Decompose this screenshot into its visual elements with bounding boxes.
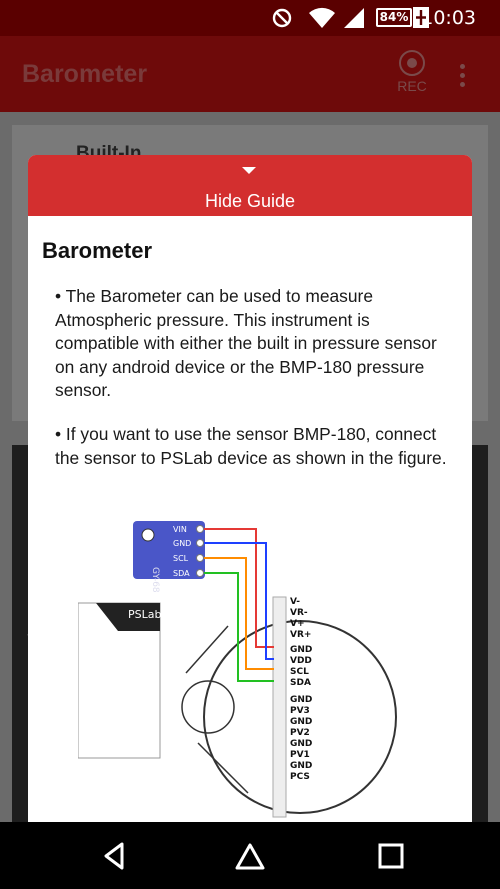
header-pin-label: SCL	[290, 667, 309, 677]
sensor-pin-label: SCL	[173, 554, 189, 563]
status-bar: 84% 10:03	[0, 0, 500, 36]
battery-icon: 84%	[376, 8, 412, 27]
guide-paragraph: • The Barometer can be used to measure A…	[55, 286, 437, 400]
recents-icon[interactable]	[375, 840, 407, 872]
hide-guide-label: Hide Guide	[204, 191, 296, 211]
header-pin-label: VR-	[290, 608, 308, 618]
battery-level: 84%	[379, 10, 409, 24]
header-pin-label: PV2	[290, 728, 310, 738]
hide-guide-button[interactable]: Hide Guide	[28, 155, 472, 216]
header-pin-label: GND	[290, 717, 312, 727]
dnd-icon	[272, 8, 292, 28]
page-title: Barometer	[22, 60, 148, 88]
header-pin-label: SDA	[290, 678, 311, 688]
back-icon[interactable]	[98, 840, 130, 872]
chevron-down-icon	[242, 167, 256, 174]
board-name: PSLab	[128, 608, 161, 621]
sensor-pin-label: VIN	[173, 525, 187, 534]
header-pin-label: VDD	[290, 656, 312, 666]
header-pin-label: GND	[290, 695, 312, 705]
header-pin-label: GND	[290, 645, 312, 655]
record-label: REC	[397, 78, 427, 94]
guide-title: Barometer	[42, 238, 153, 263]
header-pin-label: V-	[290, 597, 300, 607]
sensor-name: GY-68	[150, 567, 160, 593]
record-icon	[399, 50, 425, 76]
signal-icon	[344, 8, 364, 28]
overflow-menu-icon[interactable]	[460, 64, 466, 88]
header-pin-label: PCS	[290, 772, 310, 782]
header-pin-label: VR+	[290, 630, 311, 640]
header-pin-label: PV1	[290, 750, 310, 760]
header-pin-label: PV3	[290, 706, 310, 716]
guide-sheet: Hide Guide Barometer • The Barometer can…	[28, 155, 472, 822]
wifi-icon	[309, 7, 335, 29]
header-pin-label: GND	[290, 739, 312, 749]
sensor-pin-label: SDA	[173, 569, 190, 578]
sensor-pin-label: GND	[173, 539, 191, 548]
record-button[interactable]: REC	[392, 50, 432, 100]
guide-paragraph: • If you want to use the sensor BMP-180,…	[55, 424, 447, 468]
navigation-bar	[0, 822, 500, 889]
clock: 10:03	[421, 7, 476, 29]
header-pin-label: V+	[290, 619, 305, 629]
home-icon[interactable]	[234, 840, 266, 872]
wiring-diagram: GY-68 VIN GND SCL SDA PSLab V- VR- V+ VR…	[78, 521, 397, 818]
sensor-board	[133, 521, 205, 579]
header-pin-label: GND	[290, 761, 312, 771]
